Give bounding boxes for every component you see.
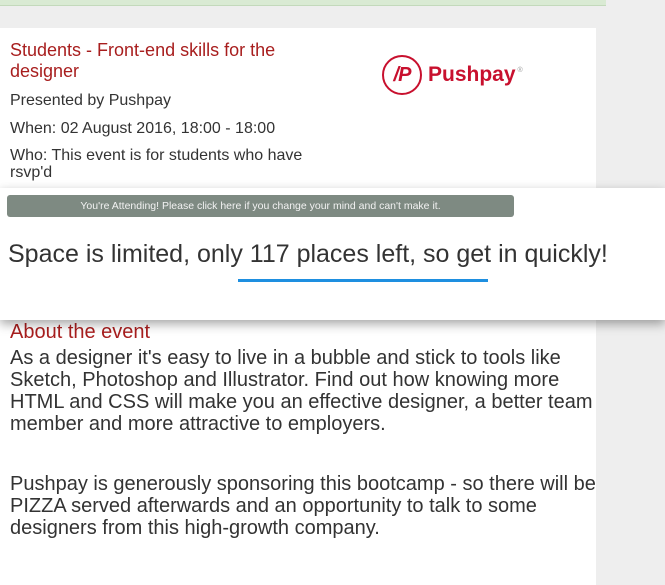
top-strip: [0, 0, 606, 6]
event-title[interactable]: Students - Front-end skills for the desi…: [10, 40, 340, 82]
pushpay-logo-glyph: /P: [393, 63, 412, 86]
zoomed-availability-panel: You're Attending! Please click here if y…: [0, 188, 665, 320]
about-event-heading: About the event: [10, 321, 151, 343]
about-paragraph-1: As a designer it's easy to live in a bub…: [10, 347, 593, 435]
presenter-text: Presented by Pushpay: [10, 92, 171, 109]
places-left-highlight-underline: [238, 279, 488, 282]
event-audience: Who: This event is for students who have…: [10, 147, 303, 181]
event-date-time: When: 02 August 2016, 18:00 - 18:00: [10, 120, 276, 137]
pushpay-logo-trademark: ®: [517, 66, 523, 74]
pushpay-logo: /P Pushpay ®: [382, 53, 523, 97]
attending-status-button[interactable]: You're Attending! Please click here if y…: [7, 195, 514, 217]
places-left-message: Space is limited, only 117 places left, …: [8, 240, 608, 268]
pushpay-logo-wordmark: Pushpay: [428, 63, 516, 86]
pushpay-logo-icon: /P: [382, 55, 422, 95]
about-paragraph-2: Pushpay is generously sponsoring this bo…: [10, 473, 596, 539]
